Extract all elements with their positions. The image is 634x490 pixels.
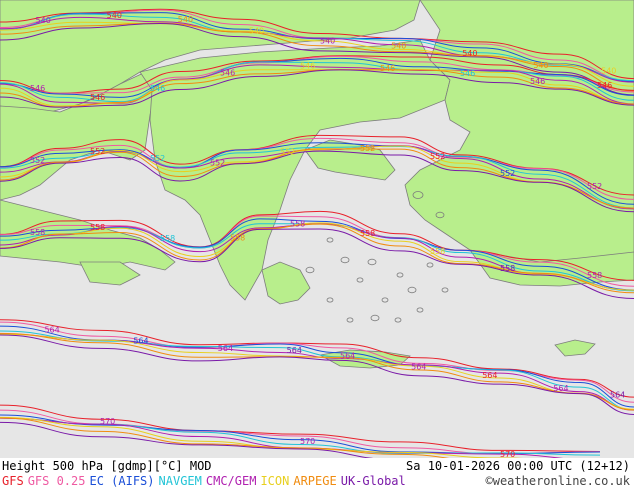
contour-label-564-5: 564 [411,363,426,372]
contour-label-558-5: 558 [360,229,375,238]
contour-label-570-0: 570 [100,417,115,426]
footer: Height 500 hPa [gdmp][°C] MOD Sa 10-01-2… [0,458,634,490]
contour-label-552-8: 552 [587,182,602,191]
contour-label-552-3: 552 [210,158,225,167]
model-4: CMC/GEM [205,474,257,488]
contour-label-546-2: 546 [150,84,165,93]
contour-label-564-8: 564 [610,390,625,399]
contour-label-564-7: 564 [553,384,568,393]
contour-label-546-1: 546 [90,93,105,102]
contour-label-564-6: 564 [482,371,497,380]
contour-label-540-5: 540 [391,41,406,50]
model-6: ARPEGE [293,474,337,488]
model-0: GFS [2,474,24,488]
contour-label-558-0: 558 [30,228,45,237]
contour-label-552-0: 552 [30,156,45,165]
contour-label-546-6: 546 [460,69,475,78]
map-area: 540 540 540 540 540 540 540 540 540 546 546 546 546 5… [0,0,634,458]
map-title: Height 500 hPa [gdmp][°C] MOD [2,459,212,473]
contour-label-540-2: 540 [178,15,193,24]
contour-label-558-2: 558 [160,234,175,243]
contour-label-558-7: 558 [500,264,515,273]
credit: ©weatheronline.co.uk [485,474,631,488]
contour-label-546-8: 546 [597,81,612,90]
model-1: GFS 0.25 [27,474,86,488]
contour-label-564-0: 564 [44,326,59,335]
contour-label-546-0: 546 [30,84,45,93]
contour-label-558-4: 558 [290,220,305,229]
contour-label-540-6: 540 [462,49,477,58]
contour-label-564-4: 564 [340,352,355,361]
contour-label-540-4: 540 [320,37,335,46]
valid-time: Sa 10-01-2026 00:00 UTC (12+12) [406,459,630,473]
model-legend: GFS GFS 0.25 EC (AIFS) NAVGEM CMC/GEM ICON ARP… [2,474,410,488]
model-2: EC (AIFS) [89,474,155,488]
contour-label-558-8: 558 [587,271,602,280]
contour-label-540-1: 540 [107,11,122,20]
contour-label-570-2: 570 [500,450,515,458]
contour-label-546-5: 546 [380,64,395,73]
contour-label-570-1: 570 [300,437,315,446]
contour-label-558-1: 558 [90,223,105,232]
contour-label-546-3: 546 [220,68,235,77]
contour-label-552-7: 552 [500,169,515,178]
contour-label-540-8: 540 [601,66,616,75]
contour-label-552-6: 552 [430,152,445,161]
contour-label-552-5: 552 [360,144,375,153]
contour-label-546-4: 546 [300,62,315,71]
contour-label-552-1: 552 [90,147,105,156]
model-7: UK-Global [340,474,406,488]
contour-label-540-0: 540 [36,16,51,25]
contour-label-564-2: 564 [218,344,233,353]
contour-label-546-7: 546 [530,77,545,86]
model-3: NAVGEM [158,474,202,488]
model-5: ICON [260,474,290,488]
contour-label-540-7: 540 [533,61,548,70]
map-svg: 540 540 540 540 540 540 540 540 540 546 546 546 546 5… [0,0,634,458]
contour-label-558-6: 558 [430,247,445,256]
contour-label-564-1: 564 [133,336,148,345]
contour-label-558-3: 558 [230,233,245,242]
contour-label-540-3: 540 [249,27,264,36]
contour-label-552-2: 552 [150,154,165,163]
contour-label-552-4: 552 [280,148,295,157]
contour-label-564-3: 564 [287,346,302,355]
